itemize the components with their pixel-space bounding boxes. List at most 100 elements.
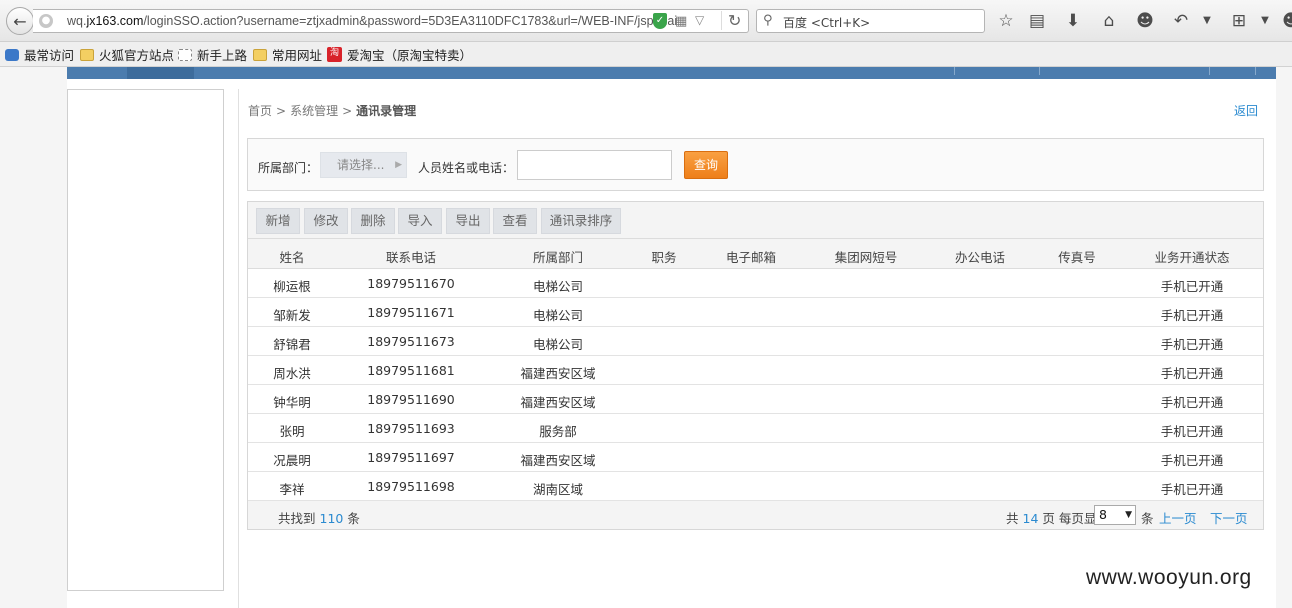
- watermark: www.wooyun.org: [1086, 566, 1252, 589]
- browser-navbar: ← ● wq.jx163.com/loginSSO.action?usernam…: [0, 0, 1292, 42]
- cell-dept: 福建西安区域: [520, 453, 596, 468]
- pages-suffix: 页 每页显: [1042, 511, 1097, 526]
- col-phone: 联系电话: [385, 250, 436, 265]
- reload-icon[interactable]: ↻: [721, 11, 741, 30]
- prev-page-link[interactable]: 上一页: [1159, 508, 1197, 527]
- breadcrumb-system[interactable]: 系统管理: [290, 104, 338, 118]
- home-icon[interactable]: ⌂: [1098, 10, 1120, 32]
- header-divider: [1039, 67, 1040, 75]
- url-domain: jx163.com: [86, 14, 144, 28]
- contacts-table: 新增 修改 删除 导入 导出 查看 通讯录排序 姓名 联系电话 所属部门 职务 …: [247, 201, 1264, 530]
- url-prefix: wq.: [67, 14, 87, 28]
- shield-icon[interactable]: ✓: [653, 13, 667, 29]
- table-toolbar: 新增 修改 删除 导入 导出 查看 通讯录排序: [248, 202, 1263, 239]
- download-icon[interactable]: ⬇: [1062, 10, 1084, 32]
- crop-icon[interactable]: ⊞: [1228, 10, 1250, 32]
- back-link[interactable]: 返回: [1234, 102, 1258, 119]
- name-phone-input[interactable]: [517, 150, 672, 180]
- view-button[interactable]: 查看: [493, 208, 537, 234]
- total-suffix: 条: [347, 511, 360, 526]
- page-size-select[interactable]: 8 ▼: [1094, 505, 1136, 525]
- dropdown-icon[interactable]: ▼: [1196, 10, 1218, 32]
- col-office-phone: 办公电话: [954, 250, 1005, 265]
- cell-status: 手机已开通: [1160, 366, 1224, 381]
- table-row[interactable]: 张明 18979511693 服务部 手机已开通: [248, 414, 1263, 443]
- search-bar[interactable]: ⚲ 百度 <Ctrl+K>: [756, 9, 985, 33]
- import-button[interactable]: 导入: [398, 208, 442, 234]
- bookmark-label: 最常访问: [24, 48, 75, 63]
- bookmark-ai-taobao[interactable]: 淘爱淘宝（原淘宝特卖）: [327, 46, 472, 63]
- col-email: 电子邮箱: [725, 250, 776, 265]
- total-count: 共找到 110 条: [278, 508, 360, 527]
- chat-icon[interactable]: ☻: [1134, 10, 1156, 32]
- table-row[interactable]: 钟华明 18979511690 福建西安区域 手机已开通: [248, 385, 1263, 414]
- delete-button[interactable]: 删除: [351, 208, 395, 234]
- breadcrumb-separator: >: [276, 104, 287, 118]
- total-number: 110: [319, 511, 344, 526]
- url-path: /loginSSO.action?username=ztjxadmin&pass…: [143, 14, 678, 28]
- breadcrumb-home[interactable]: 首页: [248, 104, 272, 118]
- globe-icon[interactable]: ●: [39, 14, 53, 28]
- table-row[interactable]: 李祥 18979511698 湖南区域 手机已开通: [248, 472, 1263, 501]
- cell-name: 张明: [279, 424, 305, 439]
- url-bar[interactable]: ● wq.jx163.com/loginSSO.action?username=…: [33, 9, 749, 33]
- table-row[interactable]: 柳运根 18979511670 电梯公司 手机已开通: [248, 269, 1263, 298]
- pages-number: 14: [1022, 511, 1039, 526]
- reading-list-icon[interactable]: ▤: [1026, 10, 1048, 32]
- dept-select[interactable]: 请选择... ▶: [320, 152, 407, 178]
- dropdown-icon[interactable]: ▼: [1254, 10, 1276, 32]
- left-sidebar: [67, 89, 224, 591]
- cell-status: 手机已开通: [1160, 395, 1224, 410]
- cell-dept: 电梯公司: [532, 279, 583, 294]
- per-unit: 条: [1141, 511, 1154, 526]
- back-arrow-icon[interactable]: ←: [6, 7, 34, 35]
- bookmark-getting-started[interactable]: 新手上路: [178, 46, 247, 63]
- bookmark-label: 爱淘宝（原淘宝特卖）: [347, 48, 473, 63]
- table-row[interactable]: 舒锦君 18979511673 电梯公司 手机已开通: [248, 327, 1263, 356]
- cell-phone: 18979511698: [367, 479, 455, 494]
- query-button[interactable]: 查询: [684, 151, 728, 179]
- cell-name: 舒锦君: [273, 337, 311, 352]
- undo-icon[interactable]: ↶: [1170, 10, 1192, 32]
- pages-prefix: 共: [1006, 511, 1019, 526]
- cell-dept: 福建西安区域: [520, 366, 596, 381]
- header-divider: [1255, 67, 1256, 75]
- star-icon[interactable]: ☆: [995, 10, 1017, 32]
- table-row[interactable]: 况晨明 18979511697 福建西安区域 手机已开通: [248, 443, 1263, 472]
- cell-phone: 18979511671: [367, 305, 455, 320]
- table-row[interactable]: 邹新发 18979511671 电梯公司 手机已开通: [248, 298, 1263, 327]
- breadcrumb-separator: >: [342, 104, 353, 118]
- chat-icon[interactable]: ☻: [1280, 10, 1292, 32]
- table-row[interactable]: 周水洪 18979511681 福建西安区域 手机已开通: [248, 356, 1263, 385]
- cell-status: 手机已开通: [1160, 482, 1224, 497]
- col-name: 姓名: [279, 250, 305, 265]
- table-header: 姓名 联系电话 所属部门 职务 电子邮箱 集团网短号 办公电话 传真号 业务开通…: [248, 239, 1263, 269]
- next-page-link[interactable]: 下一页: [1210, 508, 1248, 527]
- bookmark-most-visited[interactable]: 最常访问: [5, 46, 74, 63]
- cell-dept: 服务部: [539, 424, 577, 439]
- bookmark-common-sites[interactable]: 常用网址: [253, 46, 322, 63]
- url-text[interactable]: wq.jx163.com/loginSSO.action?username=zt…: [67, 14, 679, 28]
- qr-code-icon[interactable]: ▦: [675, 14, 687, 29]
- blue-bookmark-icon: [5, 48, 19, 61]
- header-band: [67, 67, 1276, 79]
- header-tab-active[interactable]: [127, 67, 194, 79]
- edit-button[interactable]: 修改: [304, 208, 348, 234]
- search-form: 所属部门： 请选择... ▶ 人员姓名或电话： 查询: [247, 138, 1264, 191]
- sort-contacts-button[interactable]: 通讯录排序: [541, 208, 621, 234]
- cell-status: 手机已开通: [1160, 453, 1224, 468]
- cell-dept: 湖南区域: [532, 482, 583, 497]
- dropdown-icon[interactable]: ▽: [695, 13, 704, 27]
- bookmark-firefox-site[interactable]: 火狐官方站点: [80, 46, 174, 63]
- export-button[interactable]: 导出: [446, 208, 490, 234]
- bookmark-label: 新手上路: [197, 48, 248, 63]
- cell-dept: 电梯公司: [532, 337, 583, 352]
- cell-phone: 18979511693: [367, 421, 455, 436]
- col-group-short: 集团网短号: [834, 250, 898, 265]
- folder-icon: [80, 48, 94, 61]
- add-button[interactable]: 新增: [256, 208, 300, 234]
- cell-name: 李祥: [279, 482, 305, 497]
- breadcrumb-current: 通讯录管理: [356, 104, 417, 118]
- cell-name: 邹新发: [273, 308, 311, 323]
- header-divider: [1209, 67, 1210, 75]
